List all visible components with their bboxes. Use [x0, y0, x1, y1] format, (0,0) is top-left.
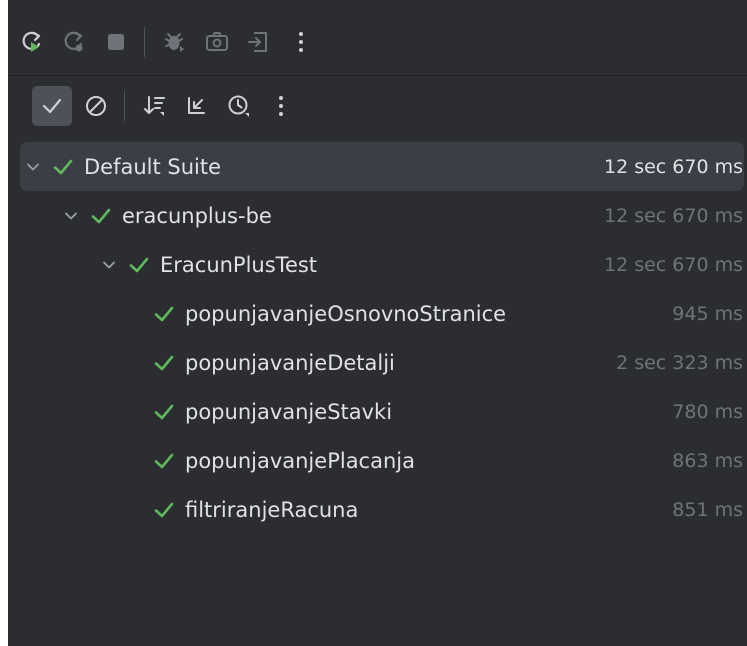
- chevron-down-icon[interactable]: [60, 205, 82, 227]
- passed-check-icon: [151, 350, 177, 376]
- tree-row-duration: 851 ms: [672, 498, 743, 521]
- stop-button[interactable]: [98, 24, 134, 60]
- tree-row-label: popunjavanjeOsnovnoStranice: [185, 301, 507, 326]
- ignored-icon: [86, 96, 106, 116]
- rerun-button[interactable]: [14, 24, 50, 60]
- more-vertical-icon: [299, 32, 303, 52]
- sort-button[interactable]: [137, 88, 173, 124]
- tree-row-label: Default Suite: [84, 154, 222, 179]
- filter-more-options-button[interactable]: [263, 88, 299, 124]
- chevron-down-icon[interactable]: [98, 254, 120, 276]
- show-passed-toggle[interactable]: [32, 86, 72, 126]
- tree-row-test[interactable]: popunjavanjeDetalji 2 sec 323 ms: [8, 338, 747, 387]
- passed-check-icon: [88, 203, 114, 229]
- collapse-all-button[interactable]: [179, 88, 215, 124]
- tree-row-duration: 780 ms: [672, 400, 743, 423]
- passed-check-icon: [126, 252, 152, 278]
- passed-check-icon: [50, 154, 76, 180]
- tree-row-test[interactable]: popunjavanjeStavki 780 ms: [8, 387, 747, 436]
- export-icon: [248, 32, 267, 52]
- tree-row-eracunplustest[interactable]: EracunPlusTest 12 sec 670 ms: [8, 240, 747, 289]
- tree-row-duration: 2 sec 323 ms: [616, 351, 743, 374]
- stop-icon: [108, 34, 124, 50]
- tree-row-label: EracunPlusTest: [160, 252, 318, 277]
- rerun-failed-button[interactable]: [56, 24, 92, 60]
- more-options-button[interactable]: [283, 24, 319, 60]
- screenshot-icon: [206, 32, 228, 51]
- tree-row-label: eracunplus-be: [122, 203, 272, 228]
- tree-row-test[interactable]: popunjavanjePlacanja 863 ms: [8, 436, 747, 485]
- tree-row-label: filtriranjeRacuna: [185, 497, 359, 522]
- passed-check-icon: [151, 399, 177, 425]
- test-runner-panel: Default Suite 12 sec 670 ms eracunplus-b…: [8, 0, 747, 646]
- tree-row-label: popunjavanjeDetalji: [185, 350, 395, 375]
- rerun-icon: [22, 31, 41, 52]
- passed-check-icon: [151, 497, 177, 523]
- tree-row-eracunplus-be[interactable]: eracunplus-be 12 sec 670 ms: [8, 191, 747, 240]
- debug-button[interactable]: [157, 24, 193, 60]
- passed-check-icon: [151, 301, 177, 327]
- test-history-button[interactable]: [221, 88, 257, 124]
- collapse-icon: [188, 97, 205, 114]
- toolbar-divider: [8, 75, 747, 76]
- tree-row-test[interactable]: filtriranjeRacuna 851 ms: [8, 485, 747, 534]
- tree-row-label: popunjavanjePlacanja: [185, 448, 415, 473]
- toolbar-separator: [144, 27, 145, 57]
- tree-row-duration: 863 ms: [672, 449, 743, 472]
- filter-toolbar: [8, 80, 747, 132]
- test-results-tree: Default Suite 12 sec 670 ms eracunplus-b…: [8, 142, 747, 534]
- history-icon: [228, 95, 249, 117]
- more-vertical-icon: [279, 96, 283, 116]
- runner-toolbar: [8, 16, 747, 68]
- tree-row-test[interactable]: popunjavanjeOsnovnoStranice 945 ms: [8, 289, 747, 338]
- tree-row-duration: 12 sec 670 ms: [603, 253, 743, 276]
- rerun-failed-icon: [64, 31, 83, 52]
- sort-icon: [144, 96, 165, 116]
- tree-row-duration: 12 sec 670 ms: [603, 155, 743, 178]
- tree-row-duration: 945 ms: [672, 302, 743, 325]
- checkmark-icon: [42, 98, 62, 114]
- export-button[interactable]: [241, 24, 277, 60]
- tree-row-label: popunjavanjeStavki: [185, 399, 393, 424]
- show-ignored-toggle[interactable]: [78, 88, 114, 124]
- screenshot-button[interactable]: [199, 24, 235, 60]
- chevron-down-icon[interactable]: [22, 156, 44, 178]
- passed-check-icon: [151, 448, 177, 474]
- debug-icon: [165, 33, 184, 52]
- tree-row-duration: 12 sec 670 ms: [603, 204, 743, 227]
- tree-row-default-suite[interactable]: Default Suite 12 sec 670 ms: [20, 142, 744, 191]
- toolbar-separator: [124, 91, 125, 121]
